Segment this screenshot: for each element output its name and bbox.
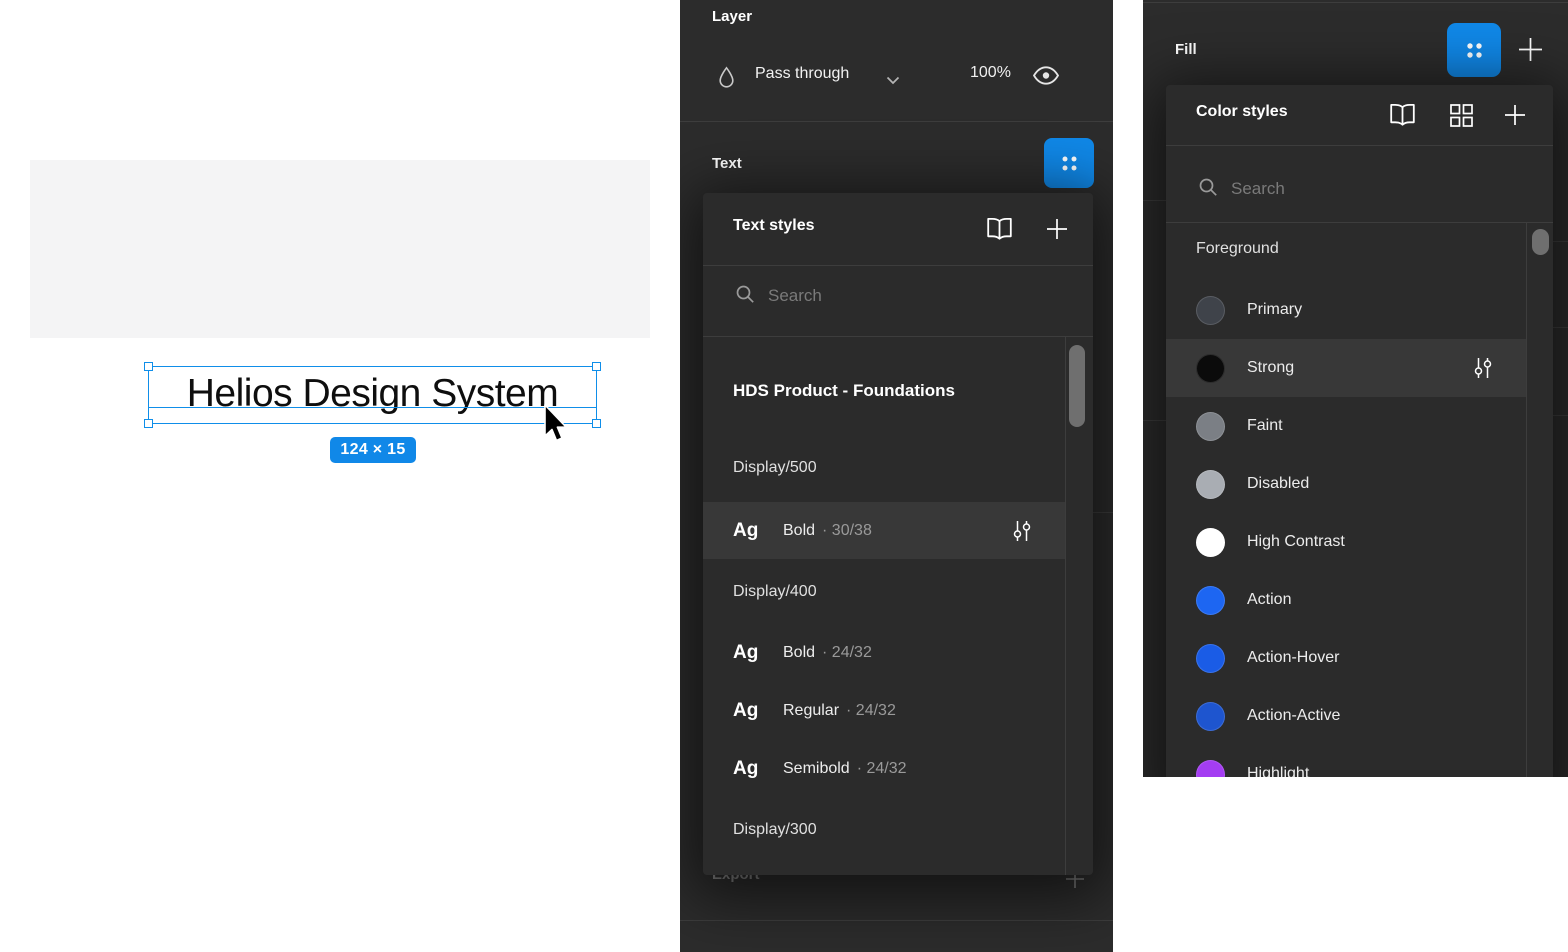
color-styles-title: Color styles <box>1196 103 1288 121</box>
text-style-item[interactable]: Ag Bold · 24/32 <box>703 624 1065 681</box>
visibility-eye-icon[interactable] <box>1032 66 1060 90</box>
section-divider <box>1553 327 1568 328</box>
color-style-item[interactable]: Disabled <box>1166 455 1526 513</box>
scrollbar-thumb[interactable] <box>1069 345 1085 427</box>
text-style-item[interactable]: Ag Regular · 24/32 <box>703 682 1065 739</box>
search-input[interactable] <box>768 286 1018 306</box>
color-styles-search[interactable] <box>1198 170 1481 208</box>
selection-handle-bottom-left[interactable] <box>144 419 153 428</box>
color-style-item[interactable]: Action-Hover <box>1166 629 1526 687</box>
add-color-style-icon[interactable] <box>1503 103 1527 127</box>
section-divider <box>1553 415 1568 416</box>
section-divider <box>1143 200 1166 201</box>
text-style-item[interactable]: Ag Bold · 30/38 <box>703 502 1065 559</box>
opacity-value[interactable]: 100% <box>970 64 1011 82</box>
color-swatch <box>1196 354 1225 383</box>
divider <box>1166 145 1553 146</box>
text-baseline-indicator <box>148 407 597 408</box>
color-swatch <box>1196 296 1225 325</box>
selection-handle-top-right[interactable] <box>592 362 601 371</box>
adjust-style-icon[interactable] <box>1011 520 1033 547</box>
color-style-item[interactable]: High Contrast <box>1166 513 1526 571</box>
style-preview: Ag <box>733 520 783 542</box>
style-library-icon[interactable] <box>985 217 1014 241</box>
text-style-applied-button[interactable] <box>1044 138 1094 188</box>
search-input[interactable] <box>1231 179 1481 199</box>
scrollbar-thumb[interactable] <box>1532 229 1549 255</box>
color-style-item[interactable]: Highlight <box>1166 745 1526 777</box>
section-divider <box>680 920 1113 921</box>
scrollbar-track-divider <box>1065 337 1066 875</box>
color-swatch <box>1196 470 1225 499</box>
style-library-icon[interactable] <box>1388 103 1417 127</box>
search-icon <box>1198 177 1218 202</box>
selection-handle-top-left[interactable] <box>144 362 153 371</box>
color-swatch <box>1196 760 1225 778</box>
color-swatch <box>1196 586 1225 615</box>
divider <box>1166 222 1553 223</box>
text-styles-title: Text styles <box>733 217 815 235</box>
section-divider <box>1143 2 1568 3</box>
style-group-header: Display/300 <box>733 821 817 839</box>
grid-view-icon[interactable] <box>1449 103 1474 128</box>
style-group-header: Display/400 <box>733 583 817 601</box>
adjust-style-icon[interactable] <box>1472 357 1494 384</box>
color-swatch <box>1196 528 1225 557</box>
scrollbar-track-divider <box>1526 222 1527 777</box>
fill-style-applied-button[interactable] <box>1447 23 1501 77</box>
selection-box <box>148 366 597 424</box>
blend-mode-select[interactable]: Pass through <box>755 65 849 83</box>
divider <box>703 336 1093 337</box>
style-preview: Ag <box>733 642 783 664</box>
properties-panel: Layer Pass through 100% Text Export <box>680 0 1113 952</box>
divider <box>703 265 1093 266</box>
color-swatch <box>1196 644 1225 673</box>
color-group-header: Foreground <box>1196 240 1279 258</box>
chevron-down-icon[interactable] <box>886 72 900 90</box>
add-text-style-icon[interactable] <box>1045 217 1069 241</box>
color-styles-dropdown: Color styles <box>1166 85 1553 777</box>
color-swatch <box>1196 412 1225 441</box>
color-style-item[interactable]: Faint <box>1166 397 1526 455</box>
style-group-header: Display/500 <box>733 459 817 477</box>
design-canvas[interactable]: Helios Design System 124 × 15 <box>30 160 650 338</box>
text-styles-search[interactable] <box>735 277 1018 315</box>
text-styles-dropdown: Text styles HDS Product - Foundations Di… <box>703 193 1093 875</box>
layer-section-title: Layer <box>712 8 752 25</box>
color-style-item[interactable]: Primary <box>1166 281 1526 339</box>
color-swatch <box>1196 702 1225 731</box>
color-style-item[interactable]: Action <box>1166 571 1526 629</box>
mouse-cursor-icon <box>540 404 568 449</box>
section-divider <box>1553 241 1568 242</box>
search-icon <box>735 284 755 309</box>
selection-handle-bottom-right[interactable] <box>592 419 601 428</box>
library-name: HDS Product - Foundations <box>733 381 955 401</box>
section-divider <box>680 121 1113 122</box>
fill-panel: Fill Color styles <box>1143 0 1568 777</box>
dimensions-badge: 124 × 15 <box>330 437 416 463</box>
text-section-title: Text <box>712 155 742 172</box>
style-preview: Ag <box>733 700 783 722</box>
fill-section-title: Fill <box>1175 41 1197 58</box>
color-style-item[interactable]: Action-Active <box>1166 687 1526 745</box>
section-divider <box>1143 420 1166 421</box>
color-style-item[interactable]: Strong <box>1166 339 1526 397</box>
section-divider <box>1093 512 1113 513</box>
add-fill-icon[interactable] <box>1517 36 1544 63</box>
blend-mode-icon <box>718 66 735 94</box>
text-style-item[interactable]: Ag Semibold · 24/32 <box>703 740 1065 797</box>
style-preview: Ag <box>733 758 783 780</box>
